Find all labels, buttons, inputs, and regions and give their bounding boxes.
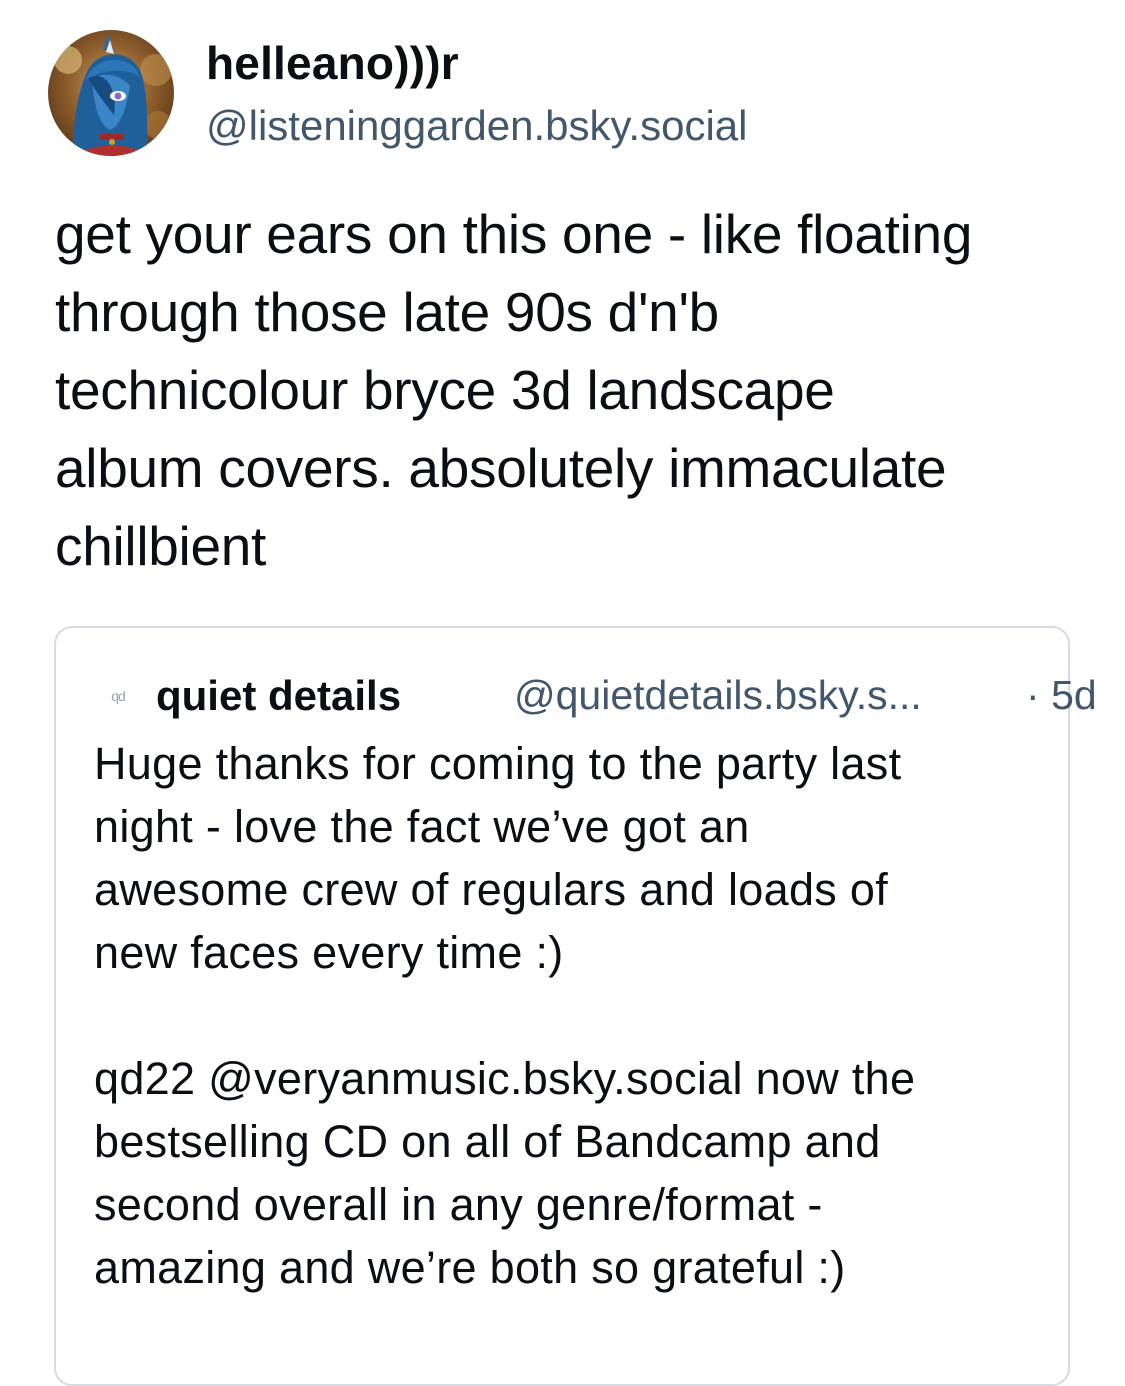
quoted-author-handle[interactable]: @quietdetails.bsky.s... (514, 672, 922, 719)
timestamp-separator: · (1026, 672, 1040, 718)
quoted-post-header: qd quiet details @quietdetails.bsky.s...… (104, 672, 1096, 722)
author-handle[interactable]: @listeninggarden.bsky.social (206, 102, 747, 150)
timestamp-value: 5d (1051, 672, 1097, 718)
quoted-post-card[interactable]: qd quiet details @quietdetails.bsky.s...… (54, 626, 1097, 1386)
avatar-image (48, 30, 174, 156)
quoted-author-display-name[interactable]: quiet details (156, 672, 401, 720)
post-text: get your ears on this one - like floatin… (55, 203, 973, 577)
author-avatar[interactable] (48, 30, 174, 156)
quoted-author-avatar[interactable]: qd (104, 682, 132, 710)
author-display-name[interactable]: helleano)))r (206, 36, 459, 90)
post-header: helleano)))r @listeninggarden.bsky.socia… (48, 30, 1088, 160)
quoted-post-timestamp: · 5d (1026, 672, 1097, 719)
quoted-post-text: Huge thanks for coming to the party last… (94, 738, 916, 1293)
